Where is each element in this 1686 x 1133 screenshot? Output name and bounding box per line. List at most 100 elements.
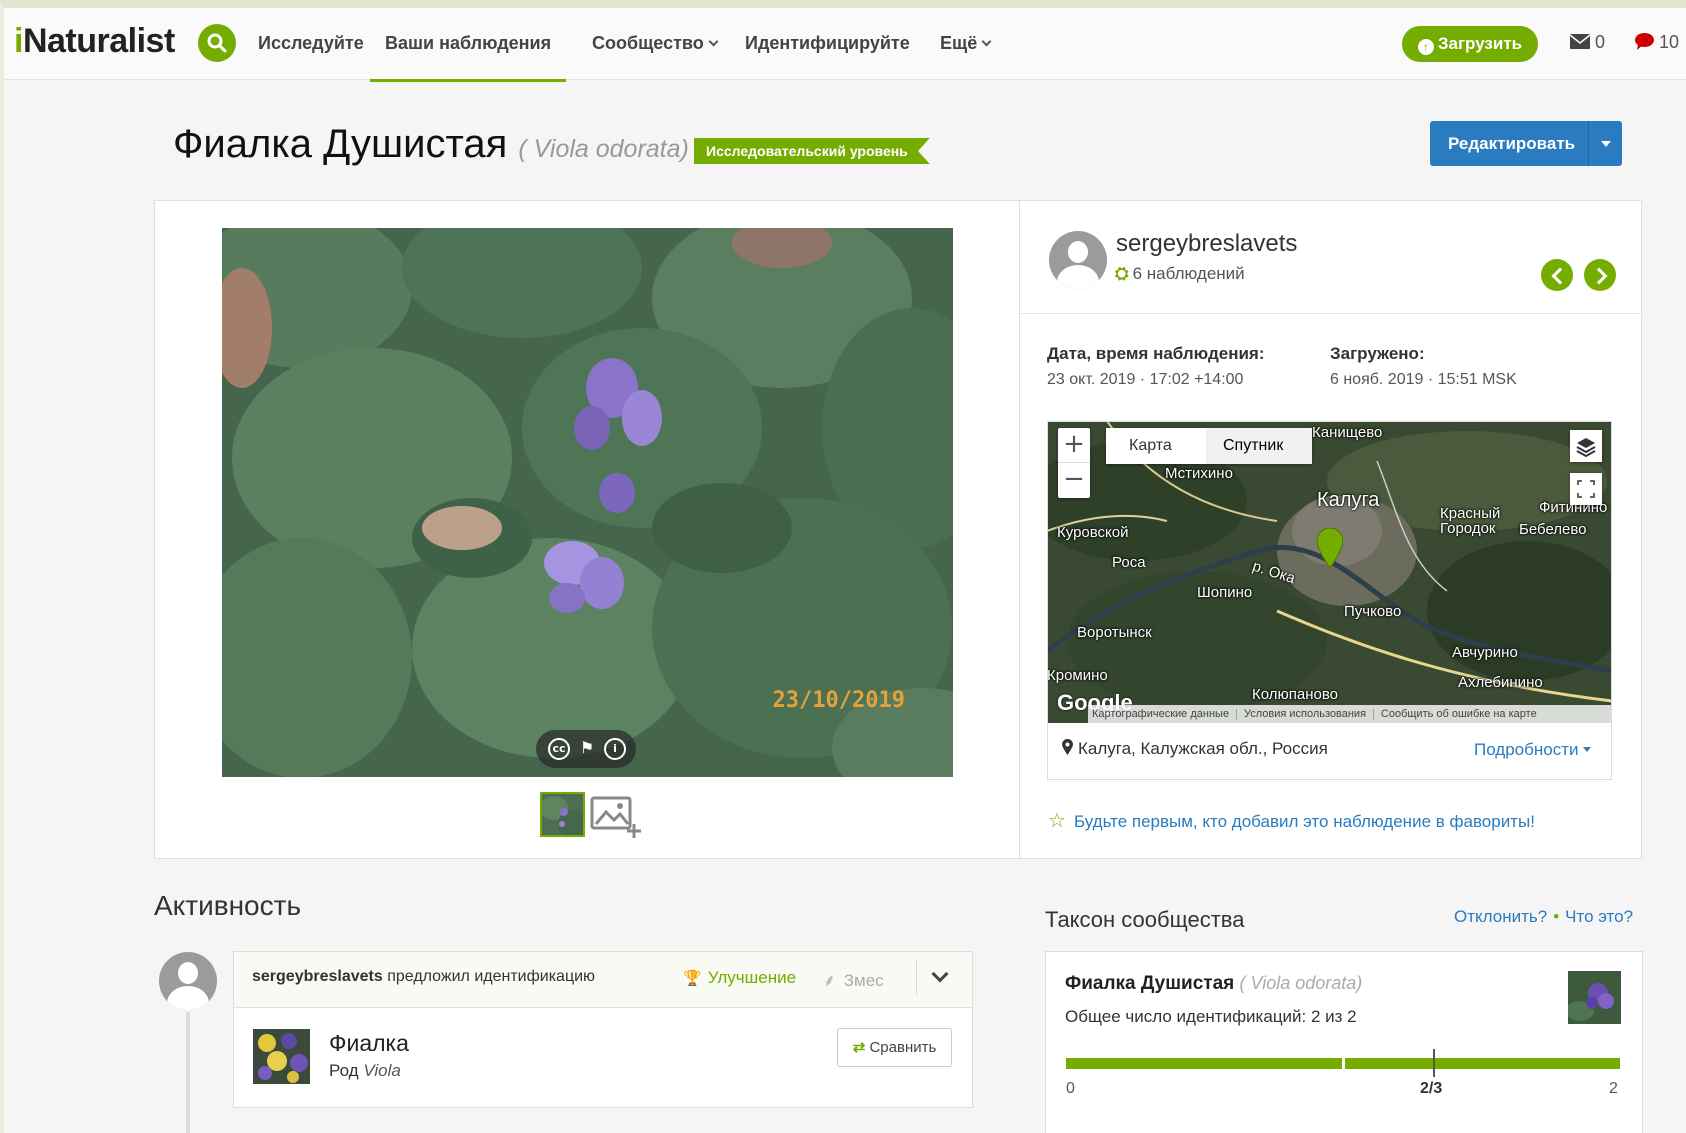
- map-data-link[interactable]: Картографические данные: [1092, 708, 1229, 720]
- opt-out-link[interactable]: Отклонить?: [1454, 907, 1547, 926]
- add-photo-icon[interactable]: [590, 796, 642, 838]
- bar-min-label: 0: [1066, 1080, 1075, 1097]
- layers-button[interactable]: [1570, 430, 1602, 462]
- map-label: Красный Городок: [1440, 505, 1501, 537]
- identification-count: Общее число идентификаций: 2 из 2: [1065, 1007, 1357, 1026]
- place-name: Калуга, Калужская обл., Россия: [1062, 739, 1328, 759]
- username[interactable]: sergeybreslavets: [1116, 230, 1297, 258]
- add-to-favorites-link[interactable]: ☆ Будьте первым, кто добавил это наблюден…: [1048, 808, 1535, 833]
- map-type-tabs: Карта Спутник: [1106, 428, 1312, 464]
- messages-link[interactable]: 0: [1569, 32, 1605, 53]
- upload-icon: ↑: [1417, 39, 1434, 55]
- observed-date-value: 23 окт. 2019 · 17:02 +14:00: [1047, 371, 1244, 388]
- map-pin-icon: [1062, 739, 1073, 755]
- map-label: Роса: [1112, 554, 1146, 571]
- identification-taxon-rank: Род Viola: [329, 1061, 401, 1080]
- page-title: Фиалка Душистая ( Viola odorata): [173, 122, 689, 166]
- map-label: Колюпаново: [1252, 686, 1338, 703]
- map-marker-icon[interactable]: [1317, 528, 1343, 568]
- terms-link[interactable]: Условия использования: [1244, 708, 1366, 720]
- zoom-in-button[interactable]: +: [1058, 428, 1090, 463]
- fullscreen-button[interactable]: [1570, 473, 1602, 505]
- map-label: Ахлебинино: [1458, 674, 1543, 691]
- observation-map[interactable]: Канищево Мстихино Калуга Куровской Роса …: [1047, 421, 1612, 723]
- community-taxon-heading: Таксон сообщества: [1045, 907, 1245, 932]
- photo-thumbnail[interactable]: [540, 792, 585, 837]
- bar-max-label: 2: [1609, 1080, 1618, 1097]
- caret-down-icon[interactable]: [1601, 141, 1611, 147]
- details-link[interactable]: Подробности: [1474, 740, 1591, 760]
- identifier-username[interactable]: sergeybreslavets: [252, 968, 383, 985]
- compare-button[interactable]: ⇄ Сравнить: [837, 1028, 952, 1067]
- trophy-icon: 🏆: [683, 970, 702, 987]
- agreement-threshold-tick: [1433, 1049, 1435, 1077]
- tab-map[interactable]: Карта: [1129, 437, 1172, 455]
- activity-heading: Активность: [154, 890, 302, 921]
- edit-button[interactable]: Редактировать: [1430, 121, 1622, 166]
- identification-summary: sergeybreslavets предложил идентификацию: [252, 968, 596, 985]
- quality-grade-badge: Исследовательский уровень: [694, 138, 930, 164]
- agreement-bar: [1066, 1058, 1342, 1069]
- snake-icon: ⸙: [823, 971, 836, 990]
- zoom-out-button[interactable]: −: [1058, 463, 1090, 498]
- uploaded-date-value: 6 нояб. 2019 · 15:51 MSK: [1330, 371, 1517, 388]
- top-nav: iNaturalist Исследуйте Ваши наблюдения С…: [4, 8, 1686, 82]
- chevron-down-icon: [981, 36, 992, 47]
- speech-bubble-icon: [1635, 33, 1654, 50]
- binoculars-icon: ⛭: [1115, 264, 1129, 283]
- nav-identify[interactable]: Идентифицируйте: [745, 33, 910, 54]
- star-icon: ☆: [1048, 810, 1066, 832]
- map-label: Куровской: [1057, 524, 1129, 541]
- map-label: Кромино: [1047, 667, 1108, 684]
- previous-observation-button[interactable]: [1541, 259, 1573, 291]
- fullscreen-icon: [1577, 480, 1595, 498]
- nav-more[interactable]: Ещё: [940, 33, 992, 54]
- nav-explore[interactable]: Исследуйте: [258, 33, 364, 54]
- map-label: Калуга: [1317, 489, 1380, 511]
- identification-taxon-name[interactable]: Фиалка: [329, 1030, 409, 1057]
- what-is-this-link[interactable]: Что это?: [1565, 907, 1633, 926]
- upload-button[interactable]: ↑ Загрузить: [1402, 26, 1538, 62]
- nav-community[interactable]: Сообщество: [592, 33, 719, 54]
- scientific-name: ( Viola odorata): [518, 135, 689, 163]
- photo-controls: cc ⚑ i: [536, 730, 636, 768]
- layers-icon: [1576, 438, 1596, 458]
- community-links: Отклонить? • Что это?: [1454, 907, 1634, 926]
- community-taxon-name[interactable]: Фиалка Душистая ( Viola odorata): [1065, 973, 1362, 995]
- map-footer: Картографические данные | Условия использо…: [1088, 705, 1612, 723]
- observation-photo[interactable]: 23/10/2019: [222, 228, 953, 777]
- notifications-link[interactable]: 10: [1635, 32, 1679, 53]
- map-label: Пучково: [1344, 603, 1402, 620]
- uploaded-date-label: Загружено:: [1330, 344, 1425, 363]
- improving-badge: 🏆 Улучшение: [683, 968, 797, 987]
- photo-date-stamp: 23/10/2019: [772, 688, 905, 713]
- cc-license-icon[interactable]: cc: [548, 738, 570, 760]
- avatar[interactable]: [1049, 231, 1107, 289]
- map-label: Мстихино: [1165, 465, 1233, 482]
- inaturalist-logo[interactable]: iNaturalist: [14, 22, 175, 61]
- map-label: Бебелево: [1519, 521, 1587, 538]
- user-observations-count[interactable]: ⛭ 6 наблюдений: [1115, 264, 1245, 284]
- next-observation-button[interactable]: [1584, 259, 1616, 291]
- envelope-icon: [1569, 34, 1591, 49]
- observed-date-label: Дата, время наблюдения:: [1047, 344, 1265, 363]
- agreement-bar: [1345, 1058, 1620, 1069]
- map-label: Авчурино: [1452, 644, 1518, 661]
- search-icon: [207, 33, 227, 53]
- report-error-link[interactable]: Сообщить об ошибке на карте: [1381, 708, 1537, 720]
- zoom-controls: + −: [1058, 428, 1090, 498]
- tab-satellite[interactable]: Спутник: [1223, 437, 1283, 455]
- hide-label[interactable]: ⸙ Змес: [823, 968, 884, 991]
- map-label: Шопино: [1197, 584, 1253, 601]
- avatar[interactable]: [159, 952, 217, 1010]
- flag-icon[interactable]: ⚑: [576, 738, 598, 760]
- chevron-down-icon: [708, 36, 719, 47]
- taxon-photo[interactable]: [253, 1029, 310, 1084]
- bar-threshold-label: 2/3: [1420, 1080, 1443, 1097]
- info-icon[interactable]: i: [604, 738, 626, 760]
- community-taxon-photo[interactable]: [1568, 971, 1621, 1024]
- search-button[interactable]: [198, 24, 236, 62]
- map-label: Канищево: [1312, 424, 1383, 441]
- nav-your-observations[interactable]: Ваши наблюдения: [369, 33, 567, 82]
- caret-down-icon: [1582, 747, 1591, 752]
